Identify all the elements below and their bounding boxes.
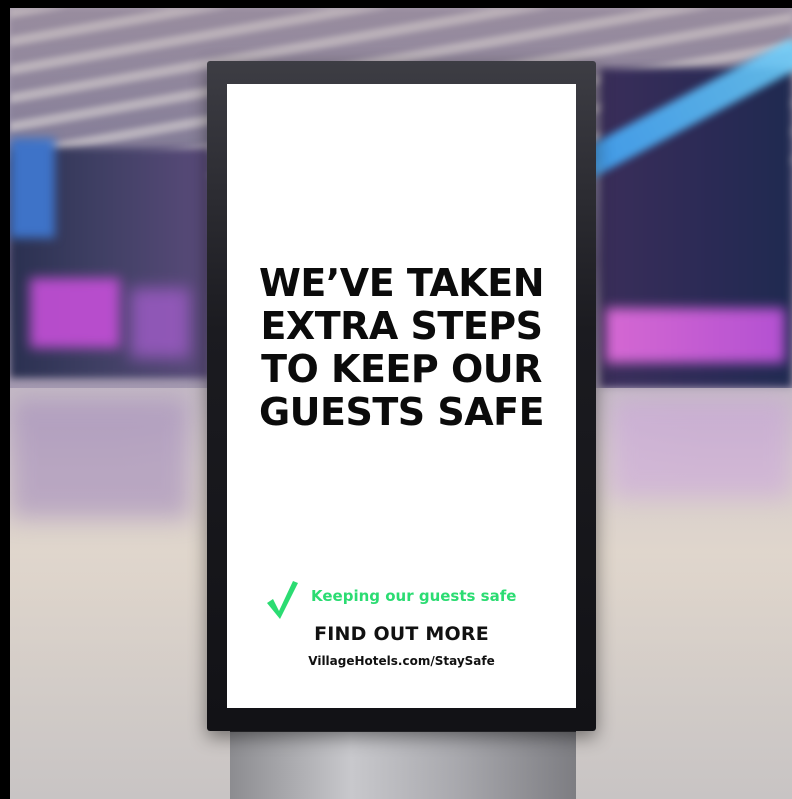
digital-sign-screen: WE’VE TAKEN EXTRA STEPS TO KEEP OUR GUES… xyxy=(227,84,576,708)
headline-line-3: TO KEEP OUR xyxy=(261,347,542,391)
safety-badge: Keeping our guests safe xyxy=(265,579,565,621)
headline-line-4: GUESTS SAFE xyxy=(258,390,545,434)
headline: WE’VE TAKEN EXTRA STEPS TO KEEP OUR GUES… xyxy=(227,262,576,434)
headline-line-1: WE’VE TAKEN xyxy=(259,261,545,305)
kiosk-stand xyxy=(230,732,576,799)
check-icon xyxy=(267,581,298,619)
headline-line-2: EXTRA STEPS xyxy=(260,304,543,348)
website-url: VillageHotels.com/StaySafe xyxy=(308,654,495,668)
photo-scene: WE’VE TAKEN EXTRA STEPS TO KEEP OUR GUES… xyxy=(0,0,792,799)
safety-badge-text: Keeping our guests safe xyxy=(311,587,517,605)
find-out-more-text: FIND OUT MORE xyxy=(314,623,489,645)
